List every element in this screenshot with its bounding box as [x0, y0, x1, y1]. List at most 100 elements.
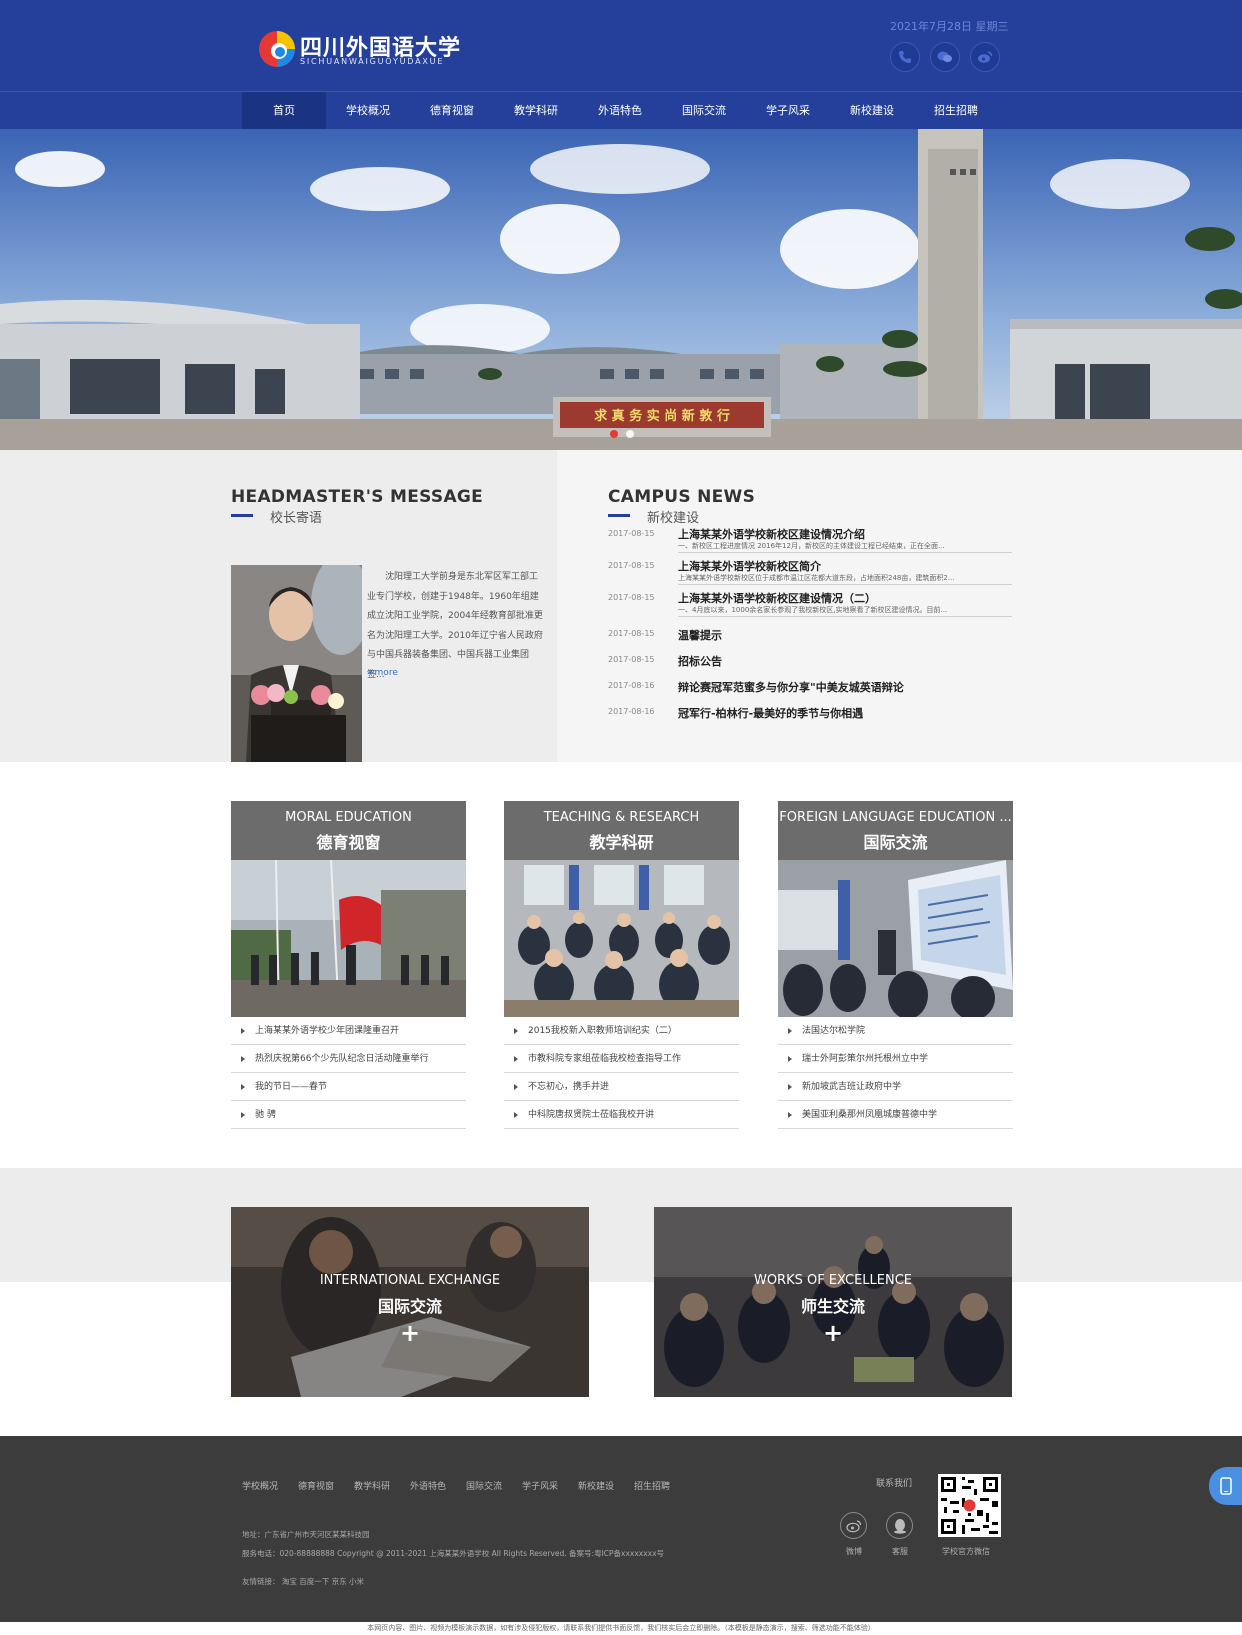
nav-item-campus[interactable]: 新校建设: [830, 92, 914, 130]
list-item[interactable]: 法国达尔松学院: [778, 1017, 1013, 1045]
list-item[interactable]: 美国亚利桑那州凤凰城康普德中学: [778, 1101, 1013, 1129]
footer-disclaimer: 本网页内容、图片、视频为模板演示数据，如有涉及侵犯版权，请联系我们提供书面反馈，…: [0, 1623, 1242, 1635]
news-item[interactable]: 2017-08-15 温馨提示: [608, 627, 1012, 643]
card-list: 2015我校新入职教师培训纪实（二） 市教科院专家组莅临我校检查指导工作 不忘初…: [504, 1017, 739, 1129]
bullet-arrow-icon: [514, 1028, 518, 1034]
divider: [678, 584, 1012, 585]
slider-dot-active[interactable]: [610, 430, 618, 438]
news-subtitle: 新校建设: [647, 511, 700, 526]
list-item[interactable]: 2015我校新入职教师培训纪实（二）: [504, 1017, 739, 1045]
list-item[interactable]: 上海某某外语学校少年团课隆重召开: [231, 1017, 466, 1045]
card-header[interactable]: TEACHING & RESEARCH 教学科研: [504, 801, 739, 860]
feature-title-cn: 师生交流: [800, 1297, 865, 1316]
mobile-float-button[interactable]: [1209, 1467, 1242, 1505]
list-item-label: 美国亚利桑那州凤凰城康普德中学: [802, 1110, 938, 1120]
card-title-cn: 德育视窗: [316, 833, 381, 852]
nav-item-teaching[interactable]: 教学科研: [494, 92, 578, 130]
news-item[interactable]: 2017-08-16 辩论赛冠军范蜜多与你分享"中美友城英语辩论: [608, 679, 1012, 695]
bullet-arrow-icon: [241, 1056, 245, 1062]
card-title-en: MORAL EDUCATION: [285, 810, 412, 825]
divider: [678, 552, 1012, 553]
list-item-label: 瑞士外阿彭策尔州托根州立中学: [802, 1054, 929, 1064]
news-headline[interactable]: 上海某某外语学校新校区建设情况（二）: [678, 590, 876, 606]
list-item[interactable]: 中科院唐叔贤院士莅临我校开讲: [504, 1101, 739, 1129]
projector-classroom-image[interactable]: [778, 860, 1013, 1017]
list-item-label: 驰 骋: [255, 1110, 276, 1120]
headmaster-subtitle: 校长寄语: [270, 511, 323, 526]
news-headline[interactable]: 上海某某外语学校新校区建设情况介绍: [678, 526, 865, 542]
footer-nav-item[interactable]: 学校概况: [242, 1479, 278, 1492]
news-item-featured[interactable]: 2017-08-15 上海某某外语学校新校区建设情况介绍 一、新校区工程进度情况…: [608, 526, 1012, 556]
news-summary: 一、新校区工程进度情况 2016年12月，新校区的主体建设工程已经结束，正在全面…: [678, 542, 945, 550]
mobile-phone-icon: [1219, 1477, 1232, 1495]
title-underline: [608, 514, 630, 517]
footer-nav-item[interactable]: 新校建设: [578, 1479, 614, 1492]
news-item[interactable]: 2017-08-15 招标公告: [608, 653, 1012, 669]
list-item-label: 热烈庆祝第66个少先队纪念日活动隆重举行: [255, 1054, 429, 1064]
footer-nav-item[interactable]: 国际交流: [466, 1479, 502, 1492]
news-headline[interactable]: 辩论赛冠军范蜜多与你分享"中美友城英语辩论: [678, 679, 904, 695]
list-item-label: 新加坡武吉班让政府中学: [802, 1082, 902, 1092]
news-date: 2017-08-15: [608, 655, 655, 664]
nav-item-students[interactable]: 学子风采: [746, 92, 830, 130]
headmaster-title: HEADMASTER'S MESSAGE: [231, 487, 484, 507]
news-headline[interactable]: 冠军行-柏林行-最美好的季节与你相遇: [678, 705, 863, 721]
nav-item-home[interactable]: 首页: [242, 92, 326, 130]
footer-nav-item[interactable]: 学子风采: [522, 1479, 558, 1492]
feature-international-exchange[interactable]: INTERNATIONAL EXCHANGE 国际交流 +: [231, 1207, 589, 1397]
footer: [0, 1436, 1242, 1622]
qq-icon[interactable]: [886, 1512, 913, 1539]
news-headline[interactable]: 上海某某外语学校新校区简介: [678, 558, 821, 574]
news-item-featured[interactable]: 2017-08-15 上海某某外语学校新校区建设情况（二） 一、4月底以来，10…: [608, 590, 1012, 620]
footer-address: 地址：广东省广州市天河区某某科技园: [242, 1530, 370, 1539]
nav-item-international[interactable]: 国际交流: [662, 92, 746, 130]
slider-dot[interactable]: [626, 430, 634, 438]
news-summary: 一、4月底以来，1000余名家长参观了我校新校区,实地察看了新校区建设情况。目前…: [678, 606, 948, 614]
footer-nav-item[interactable]: 教学科研: [354, 1479, 390, 1492]
news-item-featured[interactable]: 2017-08-15 上海某某外语学校新校区简介 上海某某外语学校新校区位于成都…: [608, 558, 1012, 588]
list-item[interactable]: 我的节日——春节: [231, 1073, 466, 1101]
list-item[interactable]: 新加坡武吉班让政府中学: [778, 1073, 1013, 1101]
bullet-arrow-icon: [514, 1084, 518, 1090]
nav-item-admissions[interactable]: 招生招聘: [914, 92, 998, 130]
weibo-icon[interactable]: [840, 1512, 867, 1539]
weibo-label: 微博: [846, 1547, 862, 1556]
footer-nav-item[interactable]: 德育视窗: [298, 1479, 334, 1492]
bullet-arrow-icon: [788, 1056, 792, 1062]
list-item-label: 市教科院专家组莅临我校检查指导工作: [528, 1054, 682, 1064]
flag-ceremony-image[interactable]: [231, 860, 466, 1017]
headmaster-photo[interactable]: [231, 565, 362, 762]
list-item[interactable]: 热烈庆祝第66个少先队纪念日活动隆重举行: [231, 1045, 466, 1073]
list-item[interactable]: 不忘初心，携手并进: [504, 1073, 739, 1101]
feature-works-of-excellence[interactable]: WORKS OF EXCELLENCE 师生交流 +: [654, 1207, 1012, 1397]
logo-emblem-icon: [259, 31, 295, 67]
more-link[interactable]: +more: [367, 668, 398, 678]
news-headline[interactable]: 招标公告: [678, 653, 722, 669]
card-header[interactable]: MORAL EDUCATION 德育视窗: [231, 801, 466, 860]
nav-item-about[interactable]: 学校概况: [326, 92, 410, 130]
card-header[interactable]: FOREIGN LANGUAGE EDUCATION ... 国际交流: [778, 801, 1013, 860]
hero-banner[interactable]: 求 真 务 实 尚 新 敦 行: [0, 129, 1242, 450]
phone-icon[interactable]: [890, 42, 920, 72]
qq-label: 客服: [892, 1547, 908, 1556]
logo[interactable]: 四川外国语大学 SICHUANWAIGUOYUDAXUE: [258, 28, 460, 72]
bullet-arrow-icon: [788, 1028, 792, 1034]
news-item[interactable]: 2017-08-16 冠军行-柏林行-最美好的季节与你相遇: [608, 705, 1012, 721]
footer-nav-item[interactable]: 招生招聘: [634, 1479, 670, 1492]
classroom-image[interactable]: [504, 860, 739, 1017]
plus-icon[interactable]: +: [654, 1319, 1012, 1347]
plus-icon[interactable]: +: [231, 1319, 589, 1347]
list-item[interactable]: 驰 骋: [231, 1101, 466, 1129]
weibo-icon[interactable]: [970, 42, 1000, 72]
qr-code[interactable]: [938, 1474, 1001, 1537]
news-date: 2017-08-16: [608, 707, 655, 716]
nav-item-moral[interactable]: 德育视窗: [410, 92, 494, 130]
wechat-icon[interactable]: [930, 42, 960, 72]
nav-item-language[interactable]: 外语特色: [578, 92, 662, 130]
footer-friend-links[interactable]: 友情链接： 淘宝 百度一下 京东 小米: [242, 1576, 364, 1587]
list-item[interactable]: 市教科院专家组莅临我校检查指导工作: [504, 1045, 739, 1073]
header: 四川外国语大学 SICHUANWAIGUOYUDAXUE 2021年7月28日 …: [0, 0, 1242, 91]
footer-nav-item[interactable]: 外语特色: [410, 1479, 446, 1492]
list-item[interactable]: 瑞士外阿彭策尔州托根州立中学: [778, 1045, 1013, 1073]
news-headline[interactable]: 温馨提示: [678, 627, 722, 643]
